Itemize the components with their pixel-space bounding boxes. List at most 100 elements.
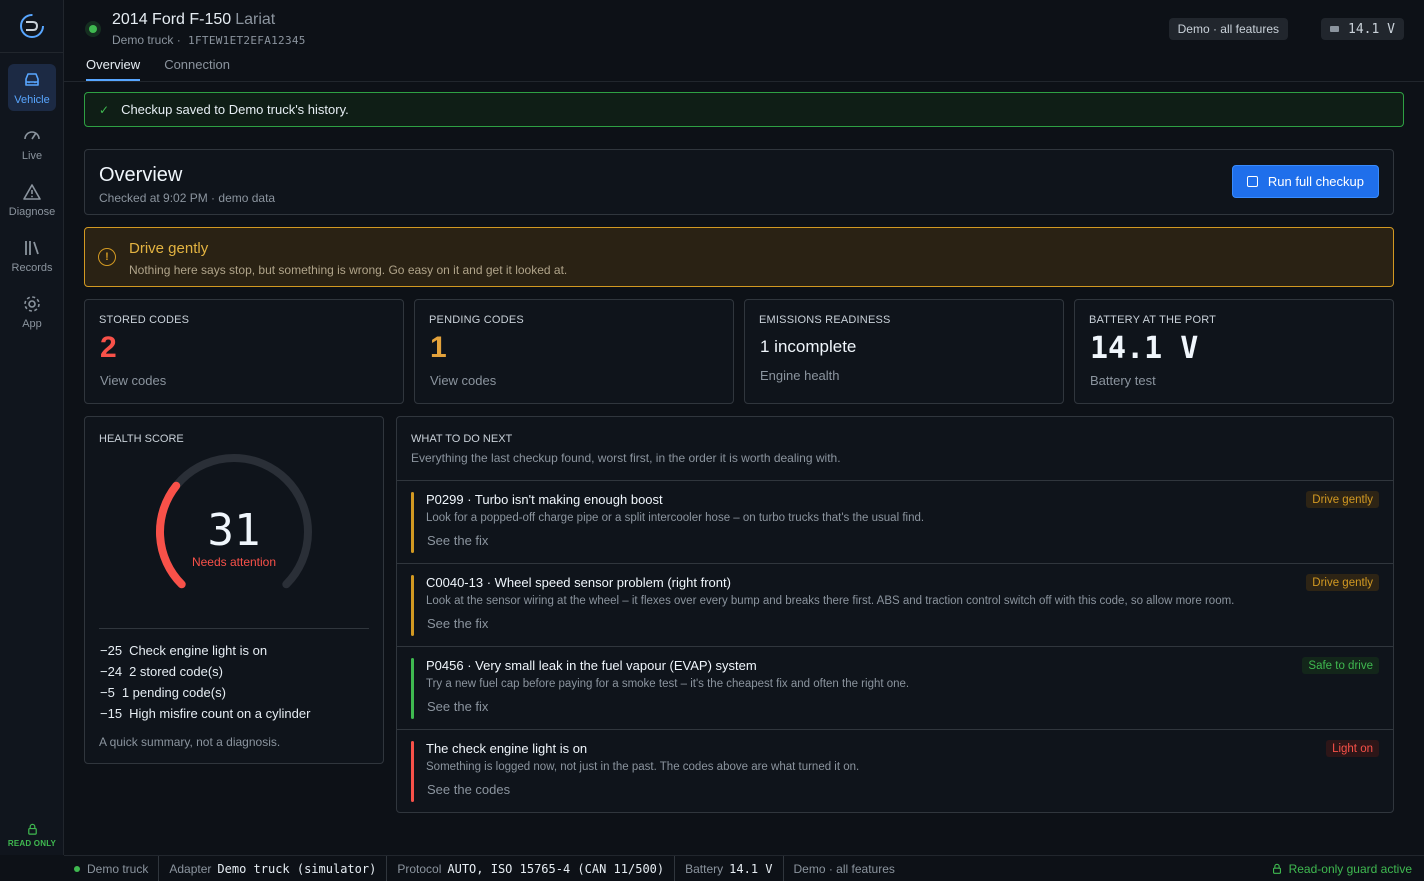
pending-codes-card: PENDING CODES 1 View codes (414, 299, 734, 404)
status-profile: Demo truck (64, 855, 160, 881)
voltage-badge: 14.1 V (1321, 18, 1404, 40)
sidebar-item-label: Vehicle (14, 93, 50, 106)
severity-bar (411, 575, 414, 636)
view-pending-codes-link[interactable]: View codes (430, 373, 496, 388)
emissions-readiness-card: EMISSIONS READINESS 1 incomplete Engine … (744, 299, 1064, 404)
status-battery: Battery 14.1 V (675, 855, 784, 881)
voltage-value: 14.1 V (1348, 21, 1395, 37)
stat-label: PENDING CODES (429, 314, 524, 326)
see-fix-link[interactable]: See the fix (427, 616, 488, 631)
health-score-card: HEALTH SCORE 31 Needs attention −25 Check… (84, 416, 384, 764)
see-codes-link[interactable]: See the codes (427, 782, 510, 797)
alert-text: Nothing here says stop, but something is… (129, 263, 568, 277)
health-score-value: 31 (207, 505, 261, 556)
health-footnote: A quick summary, not a diagnosis. (99, 735, 281, 749)
penalty-item: −5 1 pending code(s) (100, 685, 226, 700)
severity-bar (411, 741, 414, 802)
app-logo (0, 0, 63, 53)
stat-label: BATTERY AT THE PORT (1089, 314, 1217, 326)
car-icon (25, 72, 39, 86)
sidebar-item-app[interactable]: App (8, 288, 56, 335)
issue-row[interactable]: C0040-13 · Wheel speed sensor problem (r… (397, 563, 1393, 646)
view-stored-codes-link[interactable]: View codes (100, 373, 166, 388)
toast-message: Checkup saved to Demo truck's history. (121, 102, 349, 117)
vehicle-trim: Lariat (235, 11, 276, 28)
severity-bar (411, 492, 414, 553)
stored-codes-count: 2 (100, 331, 117, 364)
issue-row[interactable]: P0299 · Turbo isn't making enough boost … (397, 480, 1393, 563)
alert-icon: ! (98, 248, 116, 266)
issue-row[interactable]: The check engine light is on Something i… (397, 729, 1393, 812)
sidebar-item-live[interactable]: Live (8, 120, 56, 167)
sidebar-item-records[interactable]: Records (8, 232, 56, 279)
vehicle-header: 2014 Ford F-150 Lariat Demo truck · 1FTEW… (64, 0, 1424, 82)
tab-bar: Overview Connection (86, 54, 254, 81)
read-only-indicator: READ ONLY (0, 815, 64, 855)
separator: · (176, 33, 181, 47)
page-title: Overview (99, 164, 183, 186)
severity-badge: Drive gently (1306, 574, 1379, 591)
next-steps-subheading: Everything the last checkup found, worst… (411, 451, 841, 465)
issue-title: The check engine light is on (426, 741, 588, 756)
health-score-status: Needs attention (191, 555, 277, 569)
status-protocol: Protocol AUTO, ISO 15765-4 (CAN 11/500) (387, 855, 676, 881)
stored-codes-card: STORED CODES 2 View codes (84, 299, 404, 404)
alert-title: Drive gently (129, 240, 209, 257)
warning-icon (23, 183, 41, 200)
issue-detail: Look for a popped-off charge pipe or a s… (426, 512, 925, 524)
penalty-item: −25 Check engine light is on (100, 643, 268, 658)
emissions-readiness-value: 1 incomplete (760, 337, 857, 356)
sidebar-item-label: App (22, 317, 42, 330)
battery-voltage-value: 14.1 V (1090, 331, 1199, 366)
divider (99, 628, 369, 629)
run-button-label: Run full checkup (1267, 174, 1364, 189)
issue-row[interactable]: P0456 · Very small leak in the fuel vapo… (397, 646, 1393, 729)
health-score-label: HEALTH SCORE (99, 433, 184, 445)
penalty-item: −15 High misfire count on a cylinder (100, 706, 311, 721)
issue-detail: Something is logged now, not just in the… (426, 761, 860, 773)
tab-connection[interactable]: Connection (164, 54, 230, 81)
tab-overview[interactable]: Overview (86, 54, 141, 81)
engine-health-link[interactable]: Engine health (760, 368, 840, 383)
severity-badge: Drive gently (1306, 491, 1379, 508)
overview-card: Overview Checked at 9:02 PM · demo data … (84, 149, 1394, 215)
books-icon (25, 240, 39, 255)
status-mode: Demo · all features (793, 861, 895, 876)
battery-icon (1330, 26, 1340, 32)
stat-label: EMISSIONS READINESS (759, 314, 891, 326)
battery-test-link[interactable]: Battery test (1090, 373, 1156, 388)
see-fix-link[interactable]: See the fix (427, 699, 488, 714)
connection-status-dot (85, 21, 101, 37)
drive-gently-alert: ! Drive gently Nothing here says stop, b… (84, 227, 1394, 287)
checkup-icon (1246, 176, 1258, 187)
logo-icon (19, 14, 44, 38)
saved-toast: ✓ Checkup saved to Demo truck's history. (84, 92, 1404, 127)
sidebar-item-vehicle[interactable]: Vehicle (8, 64, 56, 111)
pending-codes-count: 1 (430, 331, 447, 364)
run-full-checkup-button[interactable]: Run full checkup (1231, 165, 1379, 198)
issue-detail: Try a new fuel cap before paying for a s… (426, 678, 910, 690)
battery-card: BATTERY AT THE PORT 14.1 V Battery test (1074, 299, 1394, 404)
gauge-icon (24, 130, 40, 139)
issue-detail: Look at the sensor wiring at the wheel –… (426, 595, 1235, 607)
check-icon: ✓ (99, 102, 110, 117)
see-fix-link[interactable]: See the fix (427, 533, 488, 548)
sidebar-item-diagnose[interactable]: Diagnose (8, 176, 56, 223)
next-steps-card: WHAT TO DO NEXT Everything the last chec… (396, 416, 1394, 813)
gear-icon (24, 295, 40, 312)
severity-badge: Safe to drive (1302, 657, 1379, 674)
severity-badge: Light on (1326, 740, 1379, 757)
read-only-label: READ ONLY (7, 838, 57, 848)
next-steps-heading: WHAT TO DO NEXT (411, 433, 513, 445)
stat-label: STORED CODES (99, 314, 190, 326)
vehicle-profile: Demo truck (112, 33, 174, 47)
issue-title: P0299 · Turbo isn't making enough boost (426, 492, 663, 507)
sidebar-item-label: Live (21, 149, 43, 162)
read-only-guard-status: Read-only guard active (1271, 856, 1412, 881)
status-adapter: Adapter Demo truck (simulator) (159, 855, 388, 881)
severity-bar (411, 658, 414, 719)
lock-icon (1272, 863, 1281, 874)
connection-dot (74, 865, 80, 872)
mode-badge: Demo · all features (1168, 18, 1288, 40)
page-subtitle: Checked at 9:02 PM · demo data (99, 191, 276, 205)
